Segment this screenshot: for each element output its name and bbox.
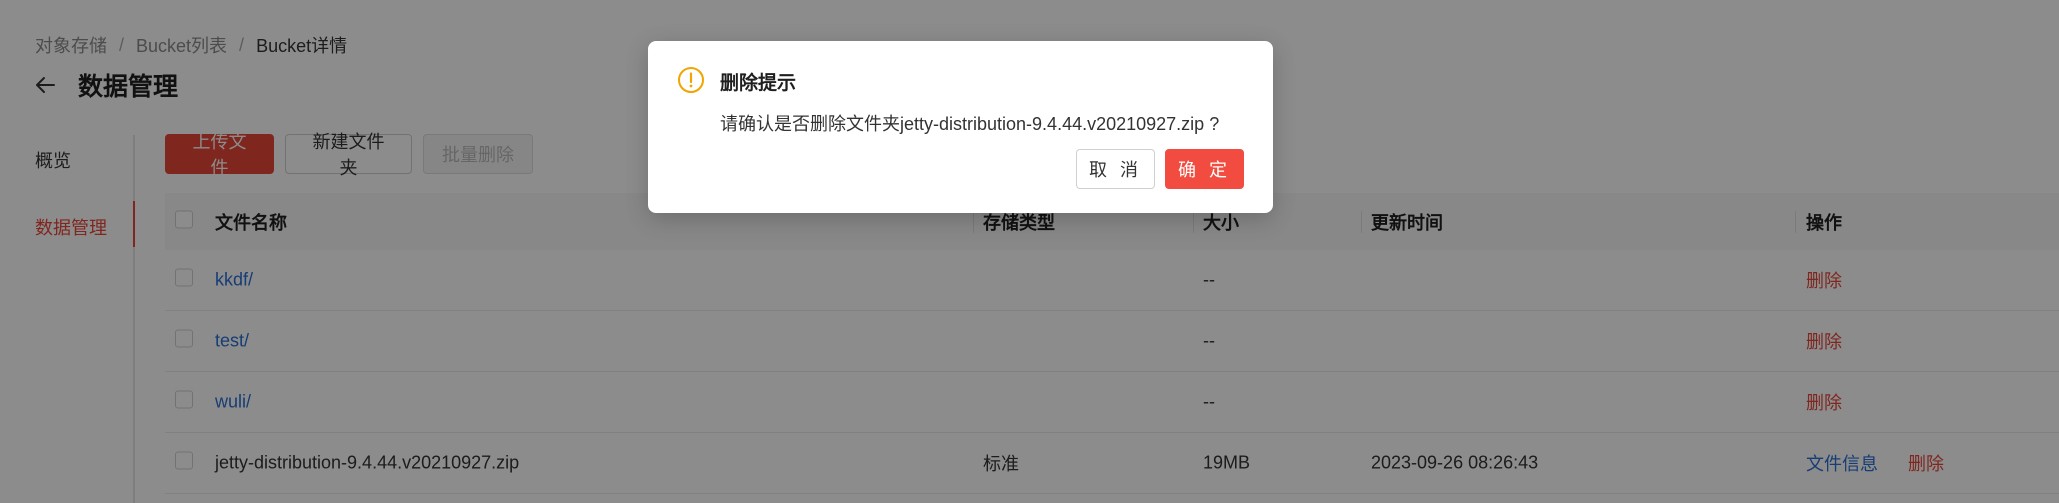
confirm-button[interactable]: 确 定: [1165, 149, 1244, 189]
delete-confirm-dialog: 删除提示 请确认是否删除文件夹jetty-distribution-9.4.44…: [648, 41, 1273, 213]
cancel-button[interactable]: 取 消: [1076, 149, 1155, 189]
dialog-actions: 取 消 确 定: [1076, 149, 1244, 189]
exclamation-circle-icon: [677, 66, 705, 94]
dialog-title: 删除提示: [720, 73, 797, 94]
dialog-message: 请确认是否删除文件夹jetty-distribution-9.4.44.v202…: [720, 114, 1220, 134]
